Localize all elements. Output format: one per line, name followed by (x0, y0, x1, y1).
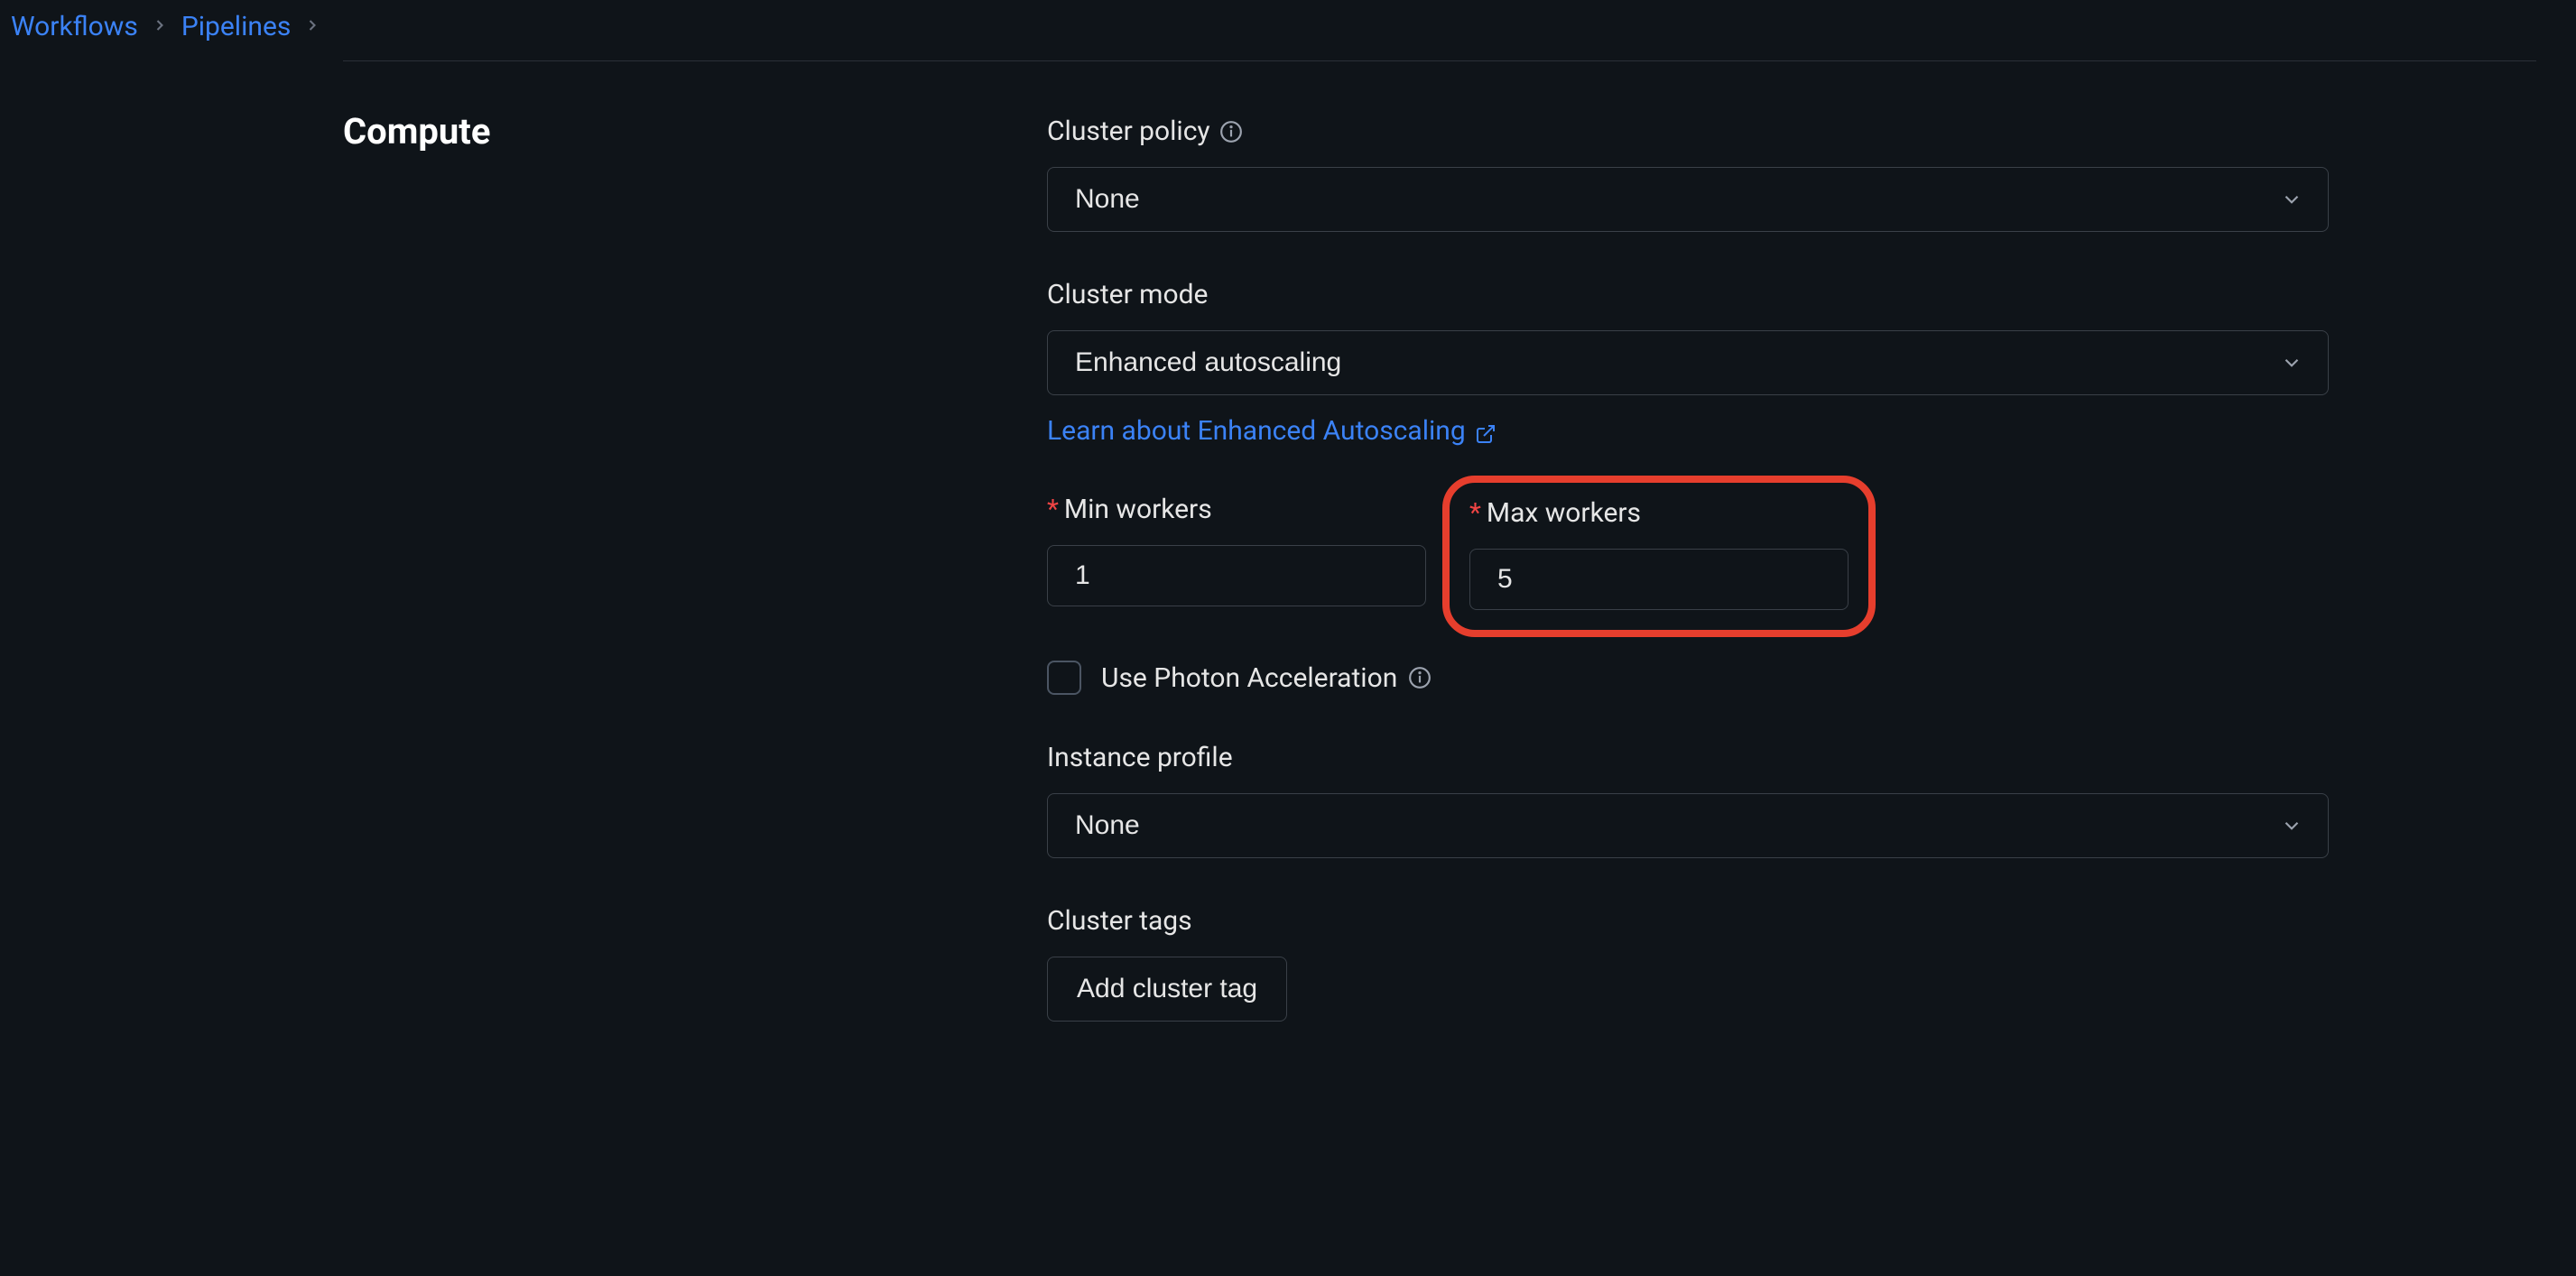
divider (343, 60, 2536, 61)
chevron-right-icon (151, 14, 169, 40)
max-workers-field: *Max workers (1469, 497, 1849, 610)
cluster-policy-field: Cluster policy None (1047, 116, 2329, 232)
workers-row: *Min workers *Max workers (1047, 494, 2329, 614)
max-workers-highlight: *Max workers (1442, 476, 1876, 637)
instance-profile-label: Instance profile (1047, 742, 1233, 773)
enhanced-autoscaling-link[interactable]: Learn about Enhanced Autoscaling (1047, 415, 1496, 447)
required-indicator: * (1047, 494, 1059, 525)
instance-profile-field: Instance profile None (1047, 742, 2329, 858)
min-workers-field: *Min workers (1047, 494, 1426, 614)
section-title: Compute (343, 110, 993, 153)
cluster-mode-select[interactable]: Enhanced autoscaling (1047, 330, 2329, 395)
cluster-mode-field: Cluster mode Enhanced autoscaling Learn … (1047, 279, 2329, 447)
cluster-tags-field: Cluster tags Add cluster tag (1047, 905, 2329, 1022)
link-text: Learn about Enhanced Autoscaling (1047, 415, 1466, 447)
instance-profile-select[interactable]: None (1047, 793, 2329, 858)
max-workers-label: Max workers (1487, 497, 1641, 529)
cluster-policy-select[interactable]: None (1047, 167, 2329, 232)
cluster-mode-label: Cluster mode (1047, 279, 1208, 310)
photon-label: Use Photon Acceleration (1101, 662, 1397, 694)
breadcrumb-pipelines[interactable]: Pipelines (181, 11, 292, 42)
info-icon[interactable] (1408, 666, 1432, 689)
breadcrumb-workflows[interactable]: Workflows (11, 11, 138, 42)
info-icon[interactable] (1219, 120, 1243, 143)
photon-field: Use Photon Acceleration (1047, 661, 2329, 695)
add-cluster-tag-button[interactable]: Add cluster tag (1047, 957, 1287, 1022)
photon-checkbox[interactable] (1047, 661, 1081, 695)
max-workers-input[interactable] (1469, 549, 1849, 610)
chevron-right-icon (303, 14, 321, 40)
required-indicator: * (1469, 497, 1481, 529)
cluster-policy-label: Cluster policy (1047, 116, 1210, 147)
external-link-icon (1475, 421, 1496, 442)
min-workers-label: Min workers (1064, 494, 1212, 525)
breadcrumb: Workflows Pipelines (0, 0, 2576, 60)
min-workers-input[interactable] (1047, 545, 1426, 606)
cluster-tags-label: Cluster tags (1047, 905, 1192, 937)
